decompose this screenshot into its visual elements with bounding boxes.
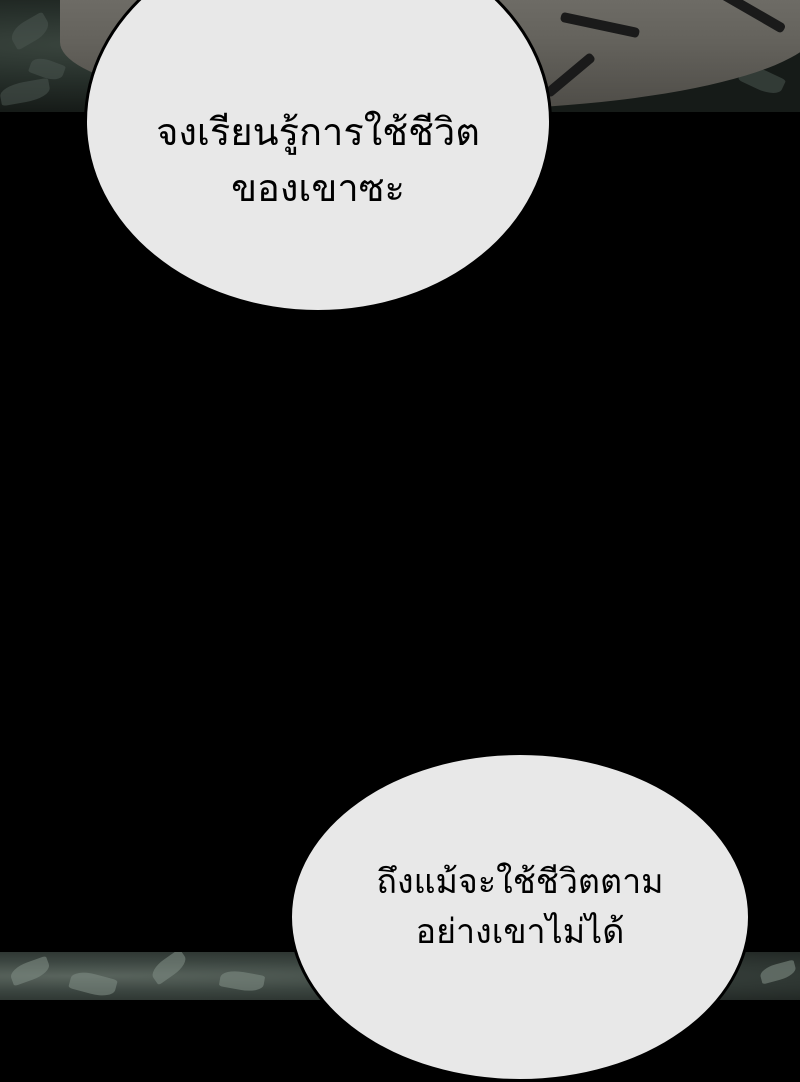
speech-bubble-1: จงเรียนรู้การใช้ชีวิต ของเขาซะ	[84, 0, 552, 313]
speech-line-2: ของเขาซะ	[231, 165, 405, 210]
speech-bubble-text: ถึงแม้จะใช้ชีวิตตาม อย่างเขาไม่ได้	[376, 857, 663, 957]
foliage-leaf	[218, 968, 266, 994]
foliage-leaf	[0, 77, 52, 107]
speech-line-2: อย่างเขาไม่ได้	[415, 912, 625, 952]
speech-bubble-text: จงเรียนรู้การใช้ชีวิต ของเขาซะ	[156, 104, 480, 216]
foliage-leaf	[7, 11, 53, 51]
speech-line-1: จงเรียนรู้การใช้ชีวิต	[156, 109, 480, 154]
foliage-leaf	[148, 952, 190, 986]
speech-line-1: ถึงแม้จะใช้ชีวิตตาม	[376, 862, 664, 902]
foliage-leaf	[68, 968, 118, 1000]
foliage-leaf	[8, 955, 52, 987]
speech-bubble-2: ถึงแม้จะใช้ชีวิตตาม อย่างเขาไม่ได้	[289, 752, 751, 1082]
foliage-leaf	[758, 959, 798, 985]
